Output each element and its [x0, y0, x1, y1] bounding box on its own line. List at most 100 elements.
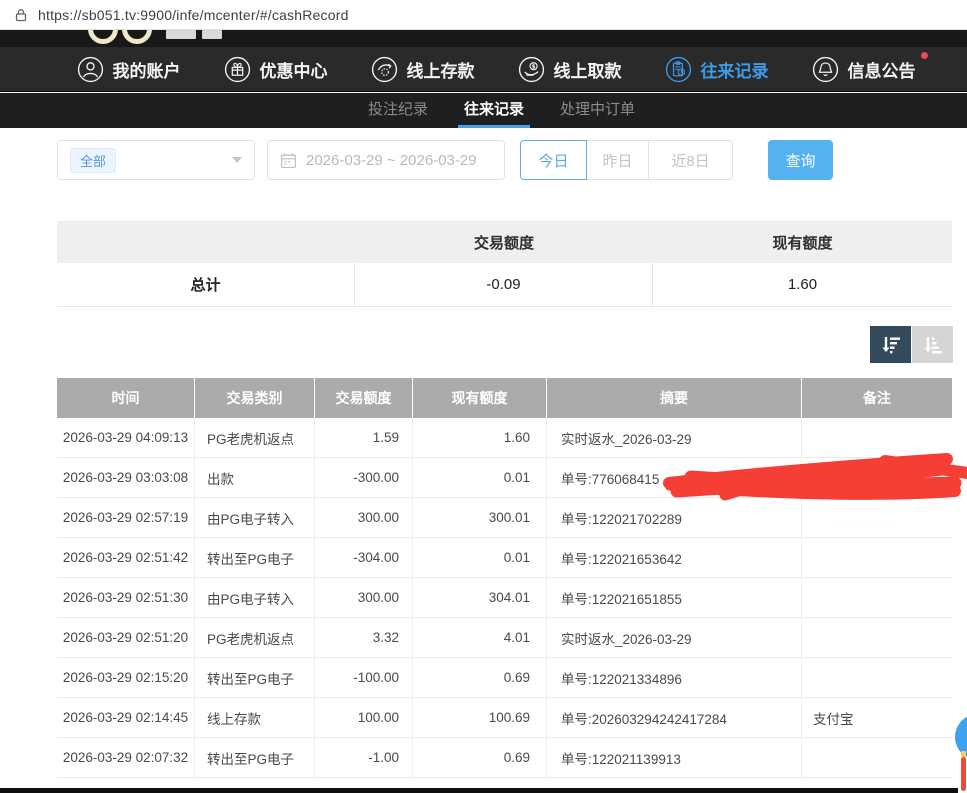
table-row: 2026-03-29 02:51:20 PG老虎机返点 3.32 4.01 实时…	[57, 618, 952, 658]
nav-item-transaction-records[interactable]: 往来记录	[665, 56, 769, 83]
summary-balance-total: 1.60	[653, 263, 952, 306]
records-header-row: 时间 交易类别 交易额度 现有额度 摘要 备注	[57, 378, 952, 418]
summary-total-label: 总计	[57, 263, 355, 306]
logo-strip	[0, 30, 967, 47]
col-header-balance: 现有额度	[413, 378, 547, 418]
button-label: 今日	[538, 150, 568, 171]
col-header-note: 备注	[802, 378, 952, 418]
date-range-value[interactable]: 2026-03-29 ~ 2026-03-29	[306, 152, 477, 169]
cell-note: 支付宝	[802, 698, 952, 737]
last-8-days-button[interactable]: 近8日	[649, 140, 733, 180]
table-row: 2026-03-29 03:03:08 出款 -300.00 0.01 单号:7…	[57, 458, 952, 498]
records-table: 时间 交易类别 交易额度 现有额度 摘要 备注 2026-03-29 04:09…	[57, 378, 952, 778]
today-button[interactable]: 今日	[520, 140, 587, 180]
nav-label: 线上取款	[554, 57, 622, 82]
summary-header-row: 交易额度 现有额度	[57, 221, 952, 263]
cell-note	[802, 738, 952, 777]
cell-balance: 0.69	[413, 658, 547, 697]
cell-summary: 单号:202603294242417284	[547, 698, 802, 737]
sort-ascending-icon	[921, 333, 945, 357]
cell-time: 2026-03-29 02:14:45	[57, 698, 195, 737]
tab-transaction-records[interactable]: 往来记录	[462, 93, 526, 128]
tab-bet-records[interactable]: 投注纪录	[366, 93, 430, 128]
cell-note	[802, 498, 952, 537]
table-row: 2026-03-29 02:51:30 由PG电子转入 300.00 304.0…	[57, 578, 952, 618]
tab-pending-orders[interactable]: 处理中订单	[558, 93, 637, 128]
yesterday-button[interactable]: 昨日	[587, 140, 649, 180]
table-row: 2026-03-29 02:15:20 转出至PG电子 -100.00 0.69…	[57, 658, 952, 698]
cell-balance: 1.60	[413, 418, 547, 457]
summary-total-row: 总计 -0.09 1.60	[57, 263, 952, 307]
col-header-type: 交易类别	[195, 378, 315, 418]
col-header-time: 时间	[57, 378, 195, 418]
date-range-input[interactable]: 2026-03-29 ~ 2026-03-29	[267, 140, 505, 180]
logo-fragment	[166, 30, 196, 39]
nav-item-online-deposit[interactable]: 线上存款	[371, 56, 475, 83]
cell-note	[802, 418, 952, 457]
table-row: 2026-03-29 04:09:13 PG老虎机返点 1.59 1.60 实时…	[57, 418, 952, 458]
withdraw-icon: $	[518, 56, 545, 83]
selected-type-tag[interactable]: 全部	[70, 148, 116, 173]
col-header-summary: 摘要	[547, 378, 802, 418]
active-tab-underline	[458, 125, 530, 128]
cell-time: 2026-03-29 03:03:08	[57, 458, 195, 497]
sort-ascending-button[interactable]	[912, 326, 953, 363]
floating-widget-fragment	[961, 757, 966, 791]
cell-amount: 100.00	[315, 698, 413, 737]
cell-type: PG老虎机返点	[195, 418, 315, 457]
table-row: 2026-03-29 02:07:32 转出至PG电子 -1.00 0.69 单…	[57, 738, 952, 778]
user-icon	[77, 56, 104, 83]
cell-note	[802, 658, 952, 697]
cell-balance: 4.01	[413, 618, 547, 657]
cell-type: 线上存款	[195, 698, 315, 737]
main-nav: 我的账户 优惠中心 线上存款	[0, 47, 967, 92]
summary-header-balance: 现有额度	[653, 221, 952, 263]
table-row: 2026-03-29 02:51:42 转出至PG电子 -304.00 0.01…	[57, 538, 952, 578]
cell-type: 由PG电子转入	[195, 498, 315, 537]
cell-amount: 3.32	[315, 618, 413, 657]
nav-label: 信息公告	[848, 57, 916, 82]
cell-type: PG老虎机返点	[195, 618, 315, 657]
nav-item-online-withdrawal[interactable]: $ 线上取款	[518, 56, 622, 83]
cell-note	[802, 618, 952, 657]
cell-amount: -100.00	[315, 658, 413, 697]
announcement-bell-icon	[812, 56, 839, 83]
summary-header-trade: 交易额度	[355, 221, 653, 263]
cell-summary: 单号:122021702289	[547, 498, 802, 537]
cell-note	[802, 538, 952, 577]
nav-item-promotions[interactable]: 优惠中心	[224, 56, 328, 83]
cell-balance: 300.01	[413, 498, 547, 537]
gift-icon	[224, 56, 251, 83]
table-row: 2026-03-29 02:57:19 由PG电子转入 300.00 300.0…	[57, 498, 952, 538]
cell-time: 2026-03-29 04:09:13	[57, 418, 195, 457]
logo-fragment	[202, 30, 222, 39]
cell-time: 2026-03-29 02:51:42	[57, 538, 195, 577]
cell-time: 2026-03-29 02:51:30	[57, 578, 195, 617]
bottom-bar	[0, 788, 958, 793]
records-icon	[665, 56, 692, 83]
cell-time: 2026-03-29 02:15:20	[57, 658, 195, 697]
cell-summary: 单号:122021653642	[547, 538, 802, 577]
cell-type: 转出至PG电子	[195, 538, 315, 577]
query-button[interactable]: 查询	[768, 140, 833, 180]
nav-item-my-account[interactable]: 我的账户	[77, 56, 181, 83]
chevron-down-icon	[232, 157, 242, 163]
nav-item-announcements[interactable]: 信息公告	[812, 56, 916, 83]
cash-record-page: https://sb051.tv:9900/infe/mcenter/#/cas…	[0, 0, 967, 793]
sub-tabs: 投注纪录 往来记录 处理中订单	[0, 93, 967, 128]
cell-type: 转出至PG电子	[195, 738, 315, 777]
cell-amount: -1.00	[315, 738, 413, 777]
sort-descending-button[interactable]	[870, 326, 911, 363]
cell-type: 由PG电子转入	[195, 578, 315, 617]
cell-time: 2026-03-29 02:57:19	[57, 498, 195, 537]
cell-time: 2026-03-29 02:51:20	[57, 618, 195, 657]
svg-text:$: $	[531, 64, 535, 70]
nav-label: 线上存款	[407, 57, 475, 82]
type-select[interactable]: 全部	[57, 140, 255, 180]
calendar-icon	[280, 152, 297, 169]
summary-header-empty	[57, 221, 355, 263]
table-row: 2026-03-29 02:14:45 线上存款 100.00 100.69 单…	[57, 698, 952, 738]
browser-url-bar[interactable]: https://sb051.tv:9900/infe/mcenter/#/cas…	[0, 0, 967, 30]
url-text[interactable]: https://sb051.tv:9900/infe/mcenter/#/cas…	[38, 7, 349, 23]
tab-label: 处理中订单	[560, 101, 635, 118]
